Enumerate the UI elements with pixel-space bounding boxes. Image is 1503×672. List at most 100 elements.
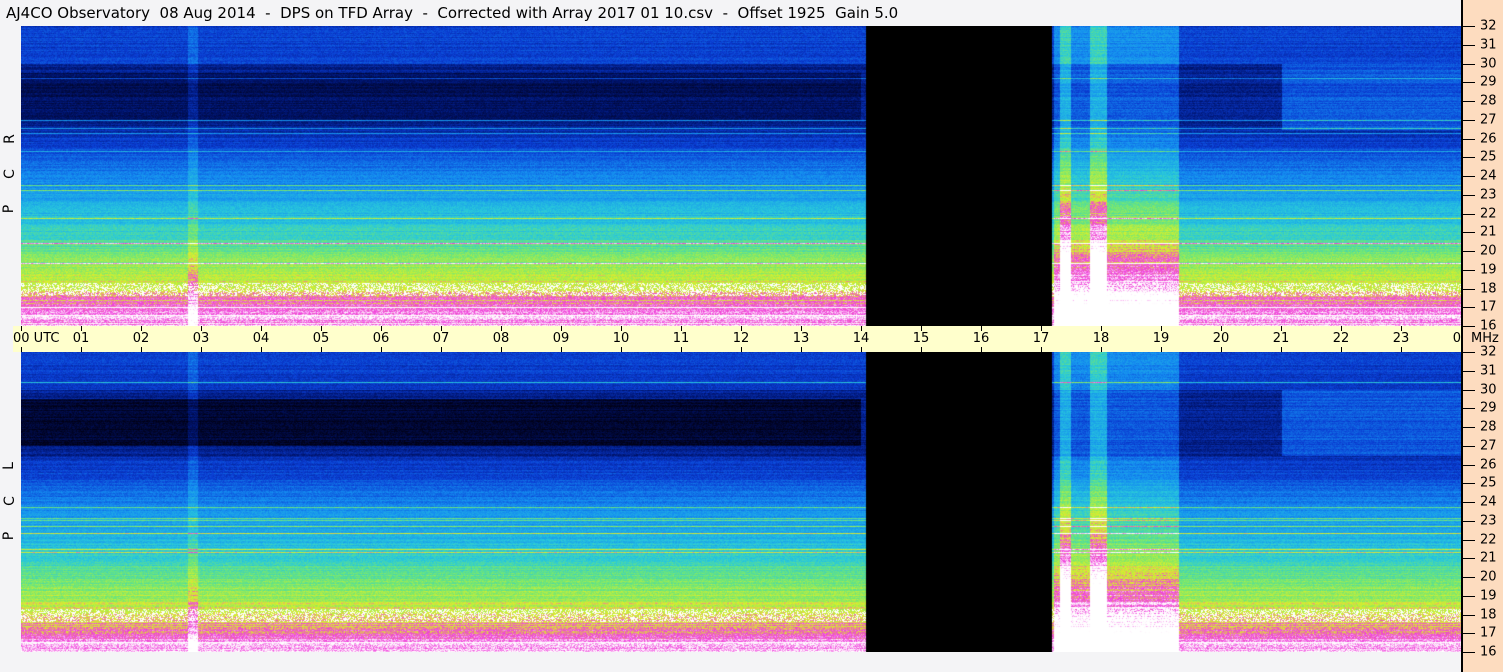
lcp-label-l: L [0,462,17,470]
freq-label: 31 [1480,37,1497,53]
time-tick [21,326,22,331]
freq-label: 27 [1480,438,1497,454]
time-tick [861,347,862,352]
freq-label: 16 [1480,318,1497,334]
freq-label: 25 [1480,475,1497,491]
time-tick [261,347,262,352]
time-tick [1221,326,1222,331]
freq-label: 22 [1480,206,1497,221]
freq-label: 16 [1480,644,1497,660]
freq-tick [1463,176,1475,177]
time-tick [801,326,802,331]
time-tick [1221,347,1222,352]
freq-tick [1463,652,1475,653]
freq-tick [1463,445,1475,447]
rcp-label-p: P [1,204,18,214]
freq-label: 29 [1480,400,1497,416]
time-tick [1281,347,1282,352]
time-label: 10 [612,331,630,346]
time-tick [621,326,622,331]
time-label: 06 [372,331,390,346]
time-label: 23 [1392,331,1410,346]
freq-label: 25 [1480,149,1497,165]
time-tick [501,347,502,352]
freq-label: 26 [1480,457,1497,472]
freq-tick [1463,251,1475,252]
time-tick [1281,326,1282,331]
freq-tick [1463,502,1475,503]
freq-label: 19 [1480,262,1497,278]
time-tick [21,347,22,352]
freq-label: 22 [1480,532,1497,547]
freq-tick [1463,213,1475,215]
freq-label: 28 [1480,419,1497,435]
freq-label: 31 [1480,363,1497,379]
time-tick [561,326,562,331]
lcp-label-p: P [1,531,18,541]
freq-tick [1463,427,1475,428]
time-label: 02 [132,331,150,346]
time-label: 04 [252,331,270,346]
freq-tick [1463,483,1475,485]
time-tick [81,326,82,331]
time-label: 03 [192,331,210,346]
freq-label: 32 [1480,18,1497,34]
time-tick [1161,347,1162,352]
freq-label: 17 [1480,625,1497,641]
freq-tick [1463,595,1475,597]
time-label: 01 [72,331,90,346]
time-tick [1161,326,1162,331]
time-tick [921,347,922,352]
time-tick [681,326,682,331]
time-label: 14 [852,331,870,346]
time-tick [1401,347,1402,352]
time-label: 17 [1032,331,1050,346]
freq-tick [1463,232,1475,234]
time-label: 00 UTC [13,331,60,346]
freq-label: 18 [1480,281,1497,296]
time-tick [441,347,442,352]
time-tick [381,326,382,331]
freq-label: 20 [1480,569,1497,585]
freq-label: 17 [1480,299,1497,315]
freq-tick [1463,614,1475,616]
time-tick [981,326,982,331]
freq-label: 19 [1480,588,1497,604]
time-tick [921,326,922,331]
time-tick [861,326,862,331]
rcp-label-c: C [1,169,18,179]
freq-label: 27 [1480,112,1497,128]
time-tick [141,326,142,331]
freq-tick [1463,26,1475,27]
time-tick [141,347,142,352]
freq-label: 32 [1480,344,1497,360]
freq-tick [1463,370,1475,372]
freq-tick [1463,464,1475,466]
time-tick [1101,326,1102,331]
rcp-spectrogram [21,26,1461,326]
freq-label: 23 [1480,187,1497,203]
time-label: 11 [672,331,690,346]
time-label: 12 [732,331,750,346]
freq-tick [1463,633,1475,635]
freq-tick [1463,138,1475,140]
freq-label: 24 [1480,494,1497,510]
freq-label: 26 [1480,131,1497,146]
time-tick [501,326,502,331]
freq-tick [1463,101,1475,102]
freq-tick [1463,307,1475,309]
freq-label: 29 [1480,74,1497,90]
time-tick [1401,326,1402,331]
freq-tick [1463,119,1475,121]
time-tick [621,347,622,352]
freq-label: 28 [1480,93,1497,109]
freq-label: 30 [1480,382,1497,397]
time-tick [1041,326,1042,331]
time-tick [1041,347,1042,352]
time-label: 09 [552,331,570,346]
rcp-label-r: R [1,134,18,144]
freq-tick [1463,520,1475,522]
freq-tick [1463,288,1475,290]
freq-label: 20 [1480,243,1497,259]
freq-tick [1463,63,1475,65]
